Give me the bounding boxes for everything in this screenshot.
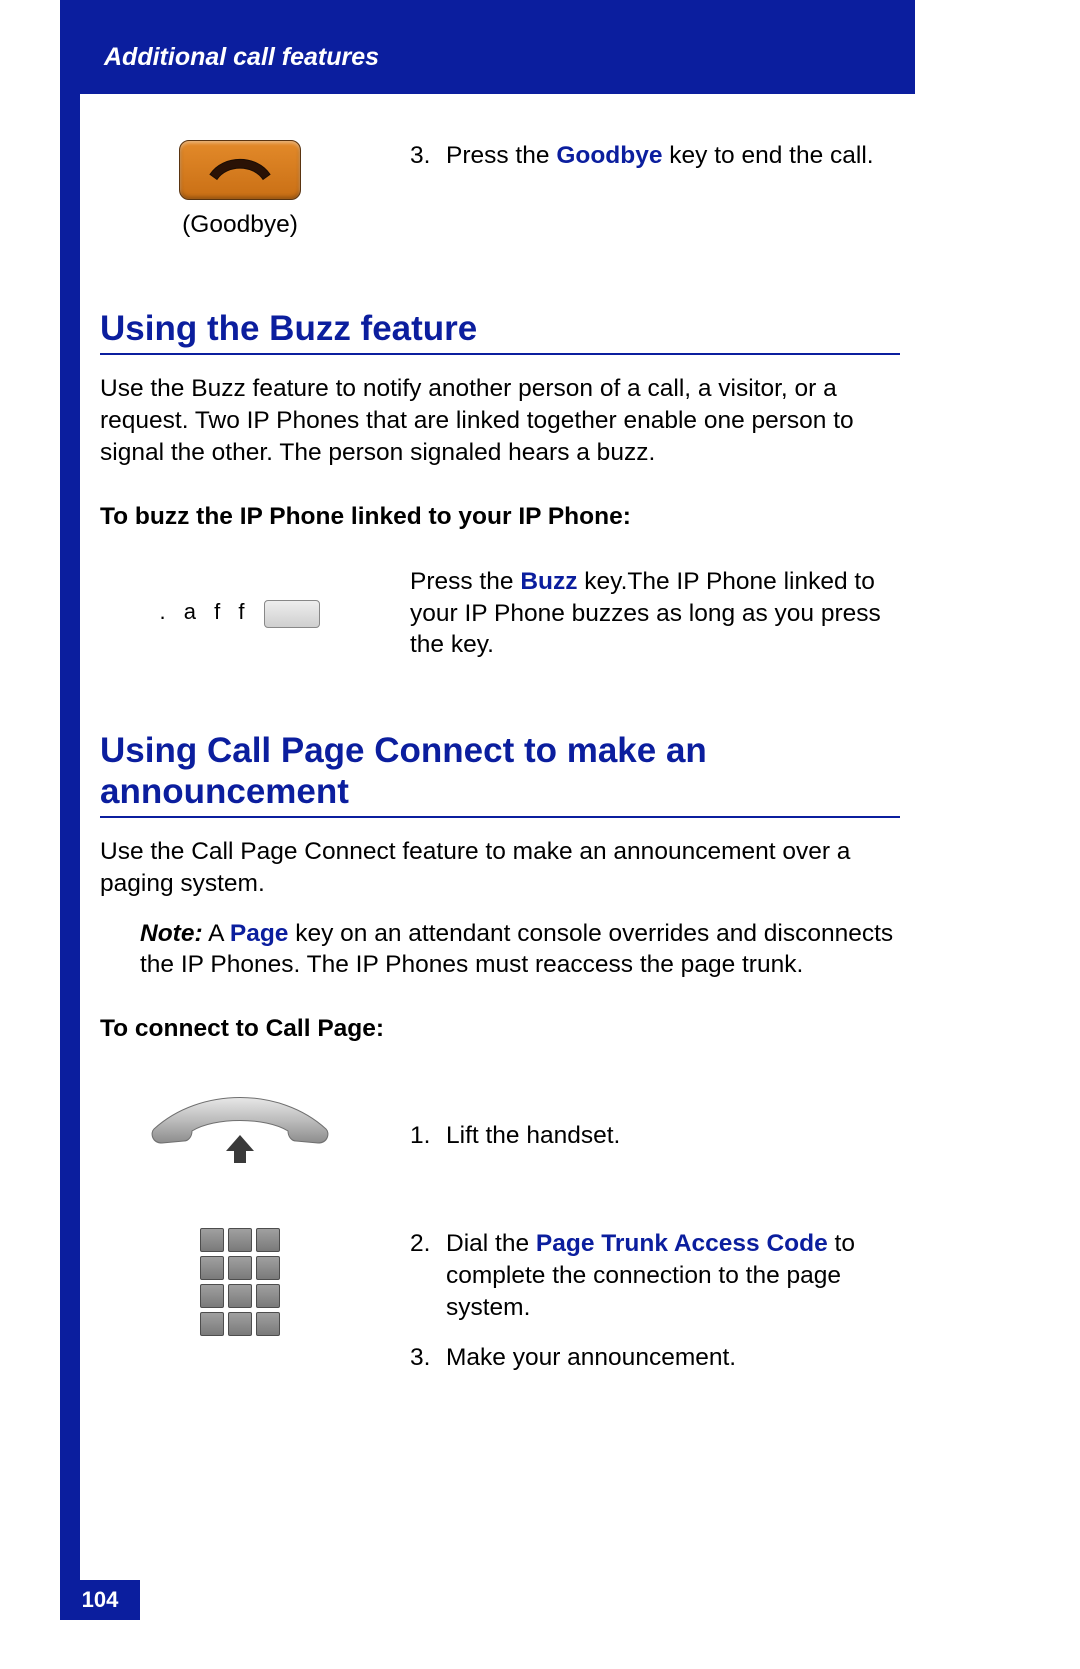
goodbye-step-row: (Goodbye) 3. Press the Goodbye key to en…: [100, 140, 900, 239]
heading-rule: [100, 353, 900, 355]
step-text: Make your announcement.: [446, 1342, 736, 1374]
keypad-visual: [100, 1228, 380, 1373]
left-blue-strip: [60, 0, 80, 1620]
goodbye-caption: (Goodbye): [100, 211, 380, 239]
page-number: 104: [60, 1580, 140, 1620]
handset-visual: [100, 1093, 380, 1178]
page-key-word: Page: [230, 920, 289, 947]
page-trunk-code-word: Page Trunk Access Code: [536, 1230, 828, 1257]
goodbye-step-text: 3. Press the Goodbye key to end the call…: [410, 140, 900, 239]
content-area: (Goodbye) 3. Press the Goodbye key to en…: [100, 105, 900, 1374]
step-number: 1.: [410, 1120, 446, 1152]
callpage-subheading: To connect to Call Page:: [100, 1015, 900, 1043]
buzz-heading: Using the Buzz feature: [100, 309, 900, 349]
step-text: Dial the Page Trunk Access Code to compl…: [446, 1228, 900, 1324]
goodbye-key-icon: [179, 140, 301, 200]
heading-rule: [100, 816, 900, 818]
buzz-visual: . a f f: [100, 599, 380, 629]
document-page: Additional call features (Goodbye) 3. Pr…: [0, 0, 1080, 1669]
step-number: 3.: [410, 1342, 446, 1374]
goodbye-visual: (Goodbye): [100, 140, 380, 239]
callpage-paragraph: Use the Call Page Connect feature to mak…: [100, 836, 900, 900]
callpage-note: Note: A Page key on an attendant console…: [100, 918, 900, 982]
header-title: Additional call features: [104, 43, 379, 72]
goodbye-key-word: Goodbye: [556, 142, 662, 169]
callpage-step23-text: 2. Dial the Page Trunk Access Code to co…: [410, 1228, 900, 1373]
softkey-icon: [264, 600, 320, 628]
callpage-step1-row: 1. Lift the handset.: [100, 1093, 900, 1178]
step-number: 2.: [410, 1228, 446, 1324]
header-band: Additional call features: [60, 0, 915, 94]
buzz-subheading: To buzz the IP Phone linked to your IP P…: [100, 503, 900, 531]
buzz-key-word: Buzz: [520, 568, 577, 595]
keypad-icon: [200, 1228, 280, 1336]
note-label: Note:: [140, 920, 203, 947]
buzz-step-text: Press the Buzz key.The IP Phone linked t…: [410, 566, 900, 662]
handset-icon: [140, 1093, 340, 1173]
callpage-heading: Using Call Page Connect to make an annou…: [100, 731, 900, 812]
buzz-step-row: . a f f Press the Buzz key.The IP Phone …: [100, 566, 900, 662]
aff-label: . a f f: [160, 599, 251, 624]
step-text: Lift the handset.: [446, 1120, 620, 1152]
buzz-paragraph: Use the Buzz feature to notify another p…: [100, 373, 900, 469]
step-number: 3.: [410, 140, 446, 172]
callpage-step1-text: 1. Lift the handset.: [410, 1120, 900, 1152]
callpage-step23-row: 2. Dial the Page Trunk Access Code to co…: [100, 1228, 900, 1373]
step-text: Press the Goodbye key to end the call.: [446, 140, 874, 172]
